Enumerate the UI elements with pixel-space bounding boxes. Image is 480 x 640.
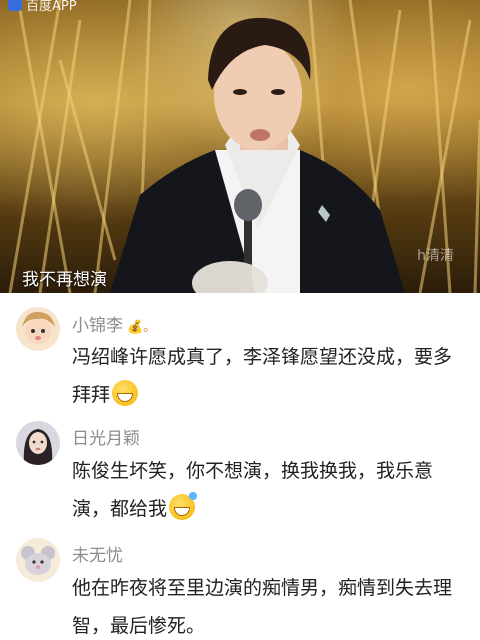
- comment-author[interactable]: 未无忧: [72, 541, 123, 566]
- comment-text: 冯绍峰许愿成真了，李泽锋愿望还没成，要多拜拜: [72, 338, 468, 414]
- grin-icon: [112, 380, 139, 406]
- comment-text: 陈俊生坏笑，你不想演，换我换我，我乐意演，都给我: [72, 452, 468, 528]
- author-name: 日光月颖: [72, 429, 140, 449]
- avatar[interactable]: [16, 538, 60, 582]
- child-avatar-icon: [16, 307, 60, 351]
- avatar[interactable]: [16, 307, 60, 351]
- video-player[interactable]: 百度APP h清清 我不再想演: [0, 0, 480, 293]
- channel-watermark: h清清: [417, 248, 454, 264]
- watermark-text: 百度APP: [26, 0, 77, 14]
- laugh-cry-icon: [169, 492, 198, 520]
- woman-avatar-icon: [16, 421, 60, 465]
- money-bag-icon: 💰。: [127, 320, 157, 335]
- comment-author[interactable]: 小锦李 💰。: [72, 311, 156, 336]
- comment-body: 陈俊生坏笑，你不想演，换我换我，我乐意演，都给我: [72, 460, 434, 520]
- comment-author[interactable]: 日光月颖: [72, 424, 140, 449]
- app-watermark: 百度APP: [8, 0, 77, 14]
- video-frame: [8, 0, 480, 293]
- author-name: 小锦李: [72, 316, 123, 336]
- avatar[interactable]: [16, 421, 60, 465]
- video-subtitle: 我不再想演: [22, 270, 107, 290]
- baidu-paw-icon: [8, 0, 22, 11]
- comment-text: 他在昨夜将至里边演的痴情男，痴情到失去理智，最后惨死。: [72, 569, 468, 640]
- mouse-avatar-icon: [16, 538, 60, 582]
- comment-body: 他在昨夜将至里边演的痴情男，痴情到失去理智，最后惨死。: [72, 577, 453, 637]
- comment-list: 小锦李 💰。 冯绍峰许愿成真了，李泽锋愿望还没成，要多拜拜 日光月颖 陈俊生坏笑，…: [0, 293, 480, 640]
- author-name: 未无忧: [72, 546, 123, 566]
